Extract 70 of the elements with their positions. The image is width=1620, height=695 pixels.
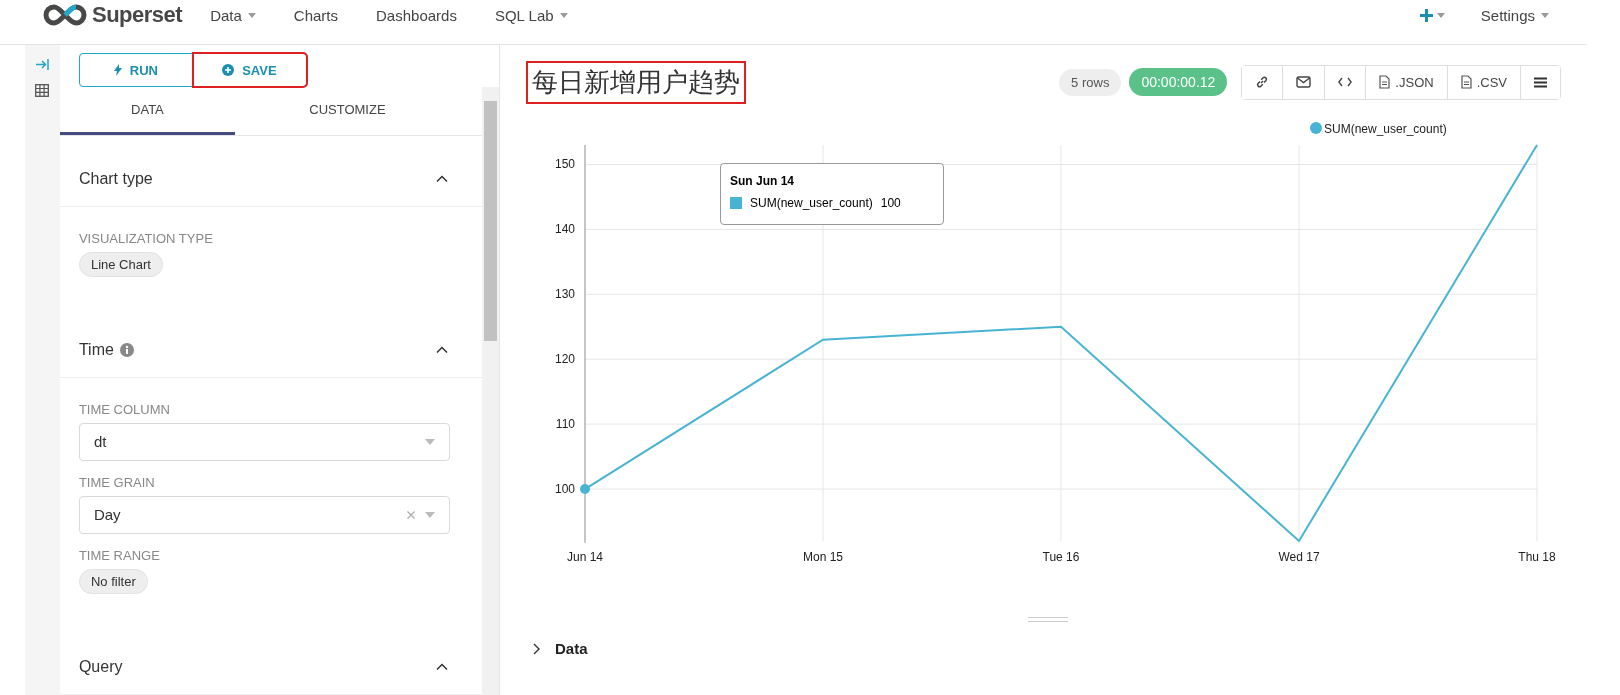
select-field[interactable]: dt [78,422,450,461]
caret-icon [559,12,568,18]
control-label: TIME GRAIN [78,474,156,490]
y-tick-label: 130 [554,287,575,302]
x-tick-label: Mon 15 [803,550,843,564]
caret-icon [1436,12,1445,18]
section-title[interactable]: Chart type [78,169,153,188]
tooltip-title: Sun Jun 14 [730,174,795,188]
table-icon[interactable] [35,84,50,97]
caret-icon [424,438,435,445]
y-tick-label: 100 [554,482,575,497]
x-tick-label: Thu 18 [1518,550,1556,564]
file-icon [1379,75,1391,89]
tooltip-series: SUM(new_user_count) [750,196,873,210]
series-swatch [730,197,742,209]
select-field[interactable]: Day [78,495,450,534]
select-value: dt [93,433,108,451]
code-icon [1338,77,1353,87]
add-button[interactable] [1419,8,1445,22]
x-tick-label: Tue 16 [1042,550,1080,564]
section-title[interactable]: Time [78,340,114,359]
info-icon [119,342,134,357]
value-pill[interactable]: Line Chart [78,251,163,277]
y-tick-label: 150 [554,157,575,172]
x-tick-label: Jun 14 [567,550,603,564]
menu-icon [1534,76,1547,88]
nav-menu-item[interactable]: Data [210,6,256,24]
plus-circle-icon [222,64,235,76]
panel-tab[interactable]: CUSTOMIZE [234,87,460,135]
caret-icon [1541,12,1549,18]
chevron-icon[interactable] [533,642,541,655]
settings-menu[interactable]: Settings [1480,6,1549,24]
y-tick-label: 110 [555,417,575,432]
caret-icon [247,12,256,18]
envelope-icon [1296,76,1312,88]
y-tick-label: 140 [554,222,575,237]
control-label: TIME RANGE [78,547,161,563]
x-tick-label: Wed 17 [1278,550,1320,564]
file-icon [1460,75,1472,89]
chevron-icon[interactable] [436,346,448,354]
collapse-icon[interactable] [35,59,49,70]
caret-icon [424,511,435,518]
logo-icon[interactable] [42,4,88,26]
save-button[interactable]: SAVE [192,53,307,87]
row-count-badge: 5 rows [1059,68,1122,96]
resize-handle[interactable] [1027,617,1068,622]
control-label: VISUALIZATION TYPE [78,230,214,246]
select-value: Day [93,506,122,524]
chevron-icon[interactable] [436,175,448,183]
value-pill[interactable]: No filter [78,568,148,594]
chevron-icon[interactable] [436,663,448,671]
scrollbar[interactable] [482,87,499,695]
tooltip-value: 100 [880,196,901,210]
timer-badge: 00:00:00.12 [1129,68,1228,96]
section-title[interactable]: Query [78,657,123,676]
plus-icon [1419,8,1433,22]
panel-tab[interactable]: DATA [59,87,235,135]
brand-name[interactable]: Superset [92,2,183,28]
run-button[interactable]: RUN [78,53,193,87]
chart-title: 每日新增用户趋势 [526,60,746,104]
legend-item[interactable]: SUM(new_user_count) [1310,122,1447,136]
nav-menu-item[interactable]: Dashboards [376,6,457,24]
y-tick-label: 120 [554,352,575,367]
control-label: TIME COLUMN [78,401,171,417]
lightning-icon [113,64,122,76]
menu-button[interactable] [1520,65,1560,99]
data-pane-title[interactable]: Data [555,640,588,657]
link-icon [1255,75,1270,89]
nav-menu-item[interactable]: Charts [293,6,339,24]
nav-menu-item[interactable]: SQL Lab [494,6,568,24]
